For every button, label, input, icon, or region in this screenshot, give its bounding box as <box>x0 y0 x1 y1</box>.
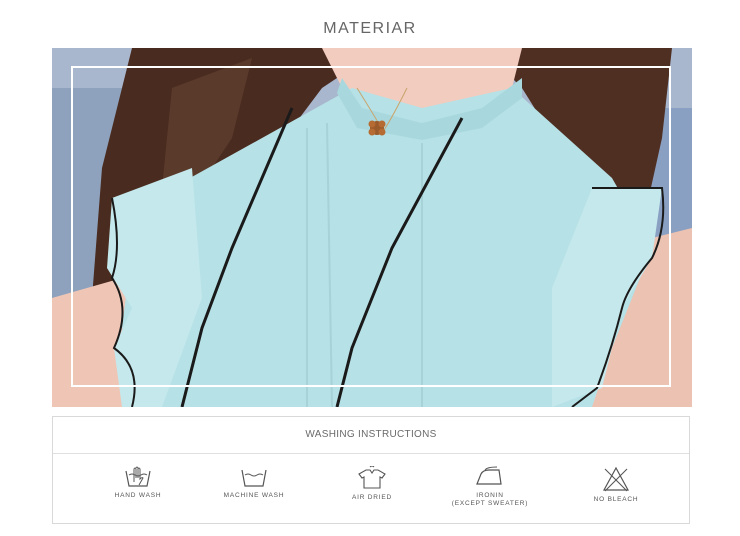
care-label-hand-wash: HAND WASH <box>114 492 162 499</box>
care-icons-row: HAND WASH MACHINE WASH AIR DRIED IRONIN … <box>53 454 689 524</box>
washing-instructions-title: WASHING INSTRUCTIONS <box>53 417 689 454</box>
care-label-machine-wash: MACHINE WASH <box>223 492 285 499</box>
care-label-iron: IRONIN (EXCEPT SWEATER) <box>451 492 529 507</box>
care-item-no-bleach: NO BLEACH <box>561 466 671 504</box>
care-label-air-dried: AIR DRIED <box>351 494 393 501</box>
section-heading: MATERIAR <box>323 20 417 37</box>
care-item-iron: IRONIN (EXCEPT SWEATER) <box>435 466 545 508</box>
care-label-no-bleach: NO BLEACH <box>593 496 639 503</box>
hand-wash-icon <box>125 466 151 487</box>
iron-icon <box>476 466 502 485</box>
washing-instructions-panel: WASHING INSTRUCTIONS HAND WASH MACHINE W… <box>52 416 690 524</box>
product-photo <box>52 48 692 407</box>
no-bleach-icon <box>602 466 630 492</box>
care-item-hand-wash: HAND WASH <box>83 466 193 500</box>
care-item-air-dried: AIR DRIED <box>317 466 427 502</box>
air-dried-icon <box>358 466 386 489</box>
machine-wash-icon <box>241 469 267 487</box>
care-item-machine-wash: MACHINE WASH <box>199 466 309 500</box>
